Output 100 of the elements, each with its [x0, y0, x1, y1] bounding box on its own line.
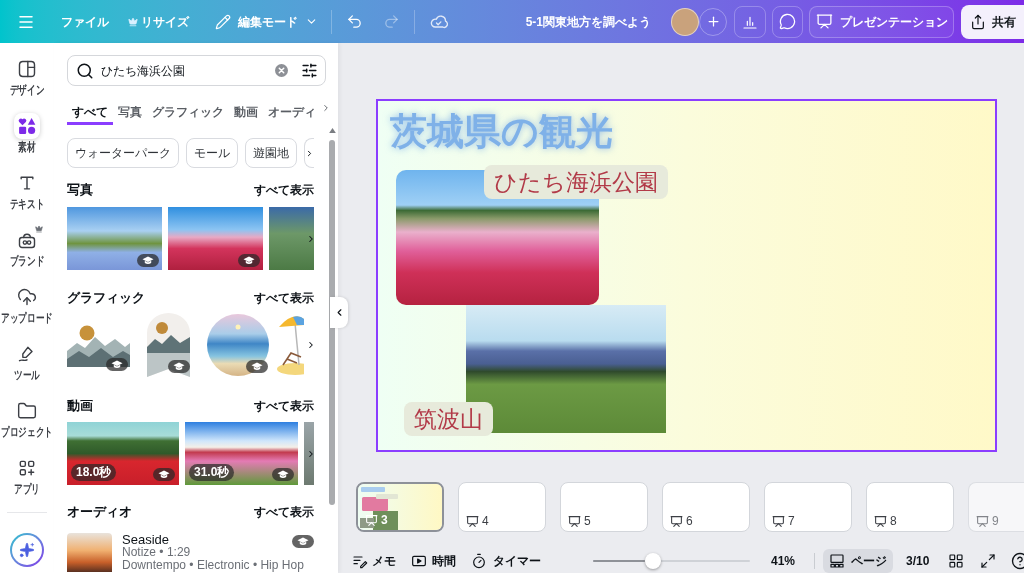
video-placeholder[interactable]: 31.0秒	[185, 422, 298, 485]
zoom-slider-thumb[interactable]	[644, 553, 661, 569]
tab[interactable]: 写真	[113, 99, 147, 125]
track-meta: Notize • 1:29	[122, 546, 192, 559]
search-field[interactable]: ひたち海浜公園	[67, 55, 326, 86]
plus-icon	[705, 14, 721, 29]
shapes-icon	[14, 113, 40, 139]
section-title: 写真	[67, 181, 93, 200]
help-icon	[1011, 552, 1024, 570]
section-title: グラフィック	[67, 289, 145, 308]
page-number: 3	[381, 513, 388, 527]
sidebar-item[interactable]: ブランド	[0, 227, 54, 284]
comment-icon	[779, 13, 796, 30]
page-thumbnail[interactable]: 8	[866, 482, 954, 532]
document-title: 5-1関東地方を調べよう	[525, 13, 651, 31]
undo-icon	[346, 13, 363, 30]
presentation-icon	[976, 514, 989, 528]
page-view-button[interactable]: ページ	[823, 549, 894, 573]
video-duration: 31.0秒	[189, 464, 235, 481]
notes-icon	[352, 553, 368, 569]
avatar[interactable]	[671, 7, 699, 36]
sidebar-item[interactable]: アップロード	[0, 284, 54, 341]
undo-button[interactable]	[346, 13, 363, 30]
grid-view-icon	[948, 553, 965, 569]
sidebar-item[interactable]: デザイン	[0, 56, 54, 113]
beach-circle-drawing[interactable]	[207, 313, 269, 377]
sidebar-item[interactable]: アプリ	[0, 455, 54, 512]
see-all-link[interactable]: すべて表示	[254, 503, 314, 521]
sidebar-item[interactable]: 素材	[0, 113, 54, 170]
page-number: 6	[686, 514, 693, 528]
photo-placeholder[interactable]	[67, 207, 162, 270]
tabs-next-button[interactable]	[321, 102, 331, 114]
presentation-icon	[874, 514, 887, 528]
apps-icon	[17, 458, 37, 478]
fullscreen-icon	[980, 553, 997, 569]
slide-title: 茨城県の観光	[390, 110, 613, 154]
filter-icon	[301, 62, 318, 79]
grid-view-button[interactable]	[948, 553, 965, 569]
see-all-link[interactable]: すべて表示	[254, 181, 314, 199]
section-title: オーディオ	[67, 503, 132, 522]
comment-button[interactable]	[772, 5, 803, 38]
page-thumbnail[interactable]: 7	[764, 482, 852, 532]
track-title: Seaside	[122, 533, 170, 546]
cloud-upload-icon	[17, 287, 37, 307]
timer-button[interactable]: タイマー	[471, 552, 541, 570]
filter-chip[interactable]: ウォーターパーク	[67, 138, 179, 168]
help-button[interactable]	[1011, 552, 1024, 570]
page-number: 7	[788, 514, 795, 528]
page-thumbnail[interactable]: 3	[356, 482, 444, 532]
tab[interactable]: オーディ	[263, 99, 321, 125]
notes-button[interactable]: メモ	[352, 552, 396, 570]
presentation-icon	[466, 514, 479, 528]
photo-caption: 筑波山	[404, 402, 493, 436]
sidebar-item[interactable]: プロジェクト	[0, 398, 54, 455]
clear-button[interactable]	[275, 64, 288, 77]
album-cover-placeholder[interactable]	[67, 533, 112, 572]
see-all-link[interactable]: すべて表示	[254, 289, 314, 307]
present-button[interactable]: プレゼンテーション	[809, 5, 954, 38]
photo-placeholder[interactable]	[168, 207, 263, 270]
beach-umbrella-drawing[interactable]	[275, 313, 304, 377]
see-all-link[interactable]: すべて表示	[254, 397, 314, 415]
presentation-icon	[670, 514, 683, 528]
presentation-icon	[568, 514, 581, 528]
filter-chip[interactable]: 遊園地	[245, 138, 297, 168]
page-number: 5	[584, 514, 591, 528]
page-thumbnail[interactable]: 6	[662, 482, 750, 532]
page-thumbnail[interactable]: 5	[560, 482, 648, 532]
page-thumbnail[interactable]: 4	[458, 482, 546, 532]
collapse-panel-button[interactable]	[330, 297, 348, 328]
arch-mountain-drawing[interactable]	[147, 313, 190, 377]
magic-button[interactable]	[10, 533, 44, 567]
text-icon	[17, 173, 37, 193]
page-count: 3/10	[906, 553, 930, 570]
page-number: 8	[890, 514, 897, 528]
filter-chip[interactable]: モール	[186, 138, 238, 168]
share-button[interactable]: 共有	[961, 4, 1024, 39]
chevron-right-icon	[321, 102, 331, 114]
page-thumbnail[interactable]: 9	[968, 482, 1024, 532]
presentation-icon	[772, 514, 785, 528]
crown-icon	[128, 16, 138, 27]
section-title: 動画	[67, 397, 93, 416]
insights-button[interactable]	[734, 5, 766, 38]
save-status-button[interactable]	[429, 12, 448, 31]
duration-button[interactable]: 時間	[411, 552, 456, 570]
sidebar-item[interactable]: ツール	[0, 341, 54, 398]
fullscreen-button[interactable]	[980, 553, 997, 569]
zoom-slider[interactable]	[593, 553, 750, 569]
tab[interactable]: 動画	[229, 99, 263, 125]
tab[interactable]: グラフィック	[147, 99, 229, 125]
folder-icon	[17, 401, 37, 421]
filter-button[interactable]	[301, 62, 318, 79]
scrollbar-thumb[interactable]	[329, 140, 335, 505]
timer-icon	[471, 553, 487, 569]
scroll-up-icon[interactable]	[329, 128, 336, 133]
video-play-icon	[411, 553, 427, 569]
page-number: 4	[482, 514, 489, 528]
video-placeholder[interactable]: 18.0秒	[67, 422, 179, 485]
page-number: 9	[992, 514, 999, 528]
tab[interactable]: すべて	[67, 99, 113, 125]
sidebar-item[interactable]: テキスト	[0, 170, 54, 227]
